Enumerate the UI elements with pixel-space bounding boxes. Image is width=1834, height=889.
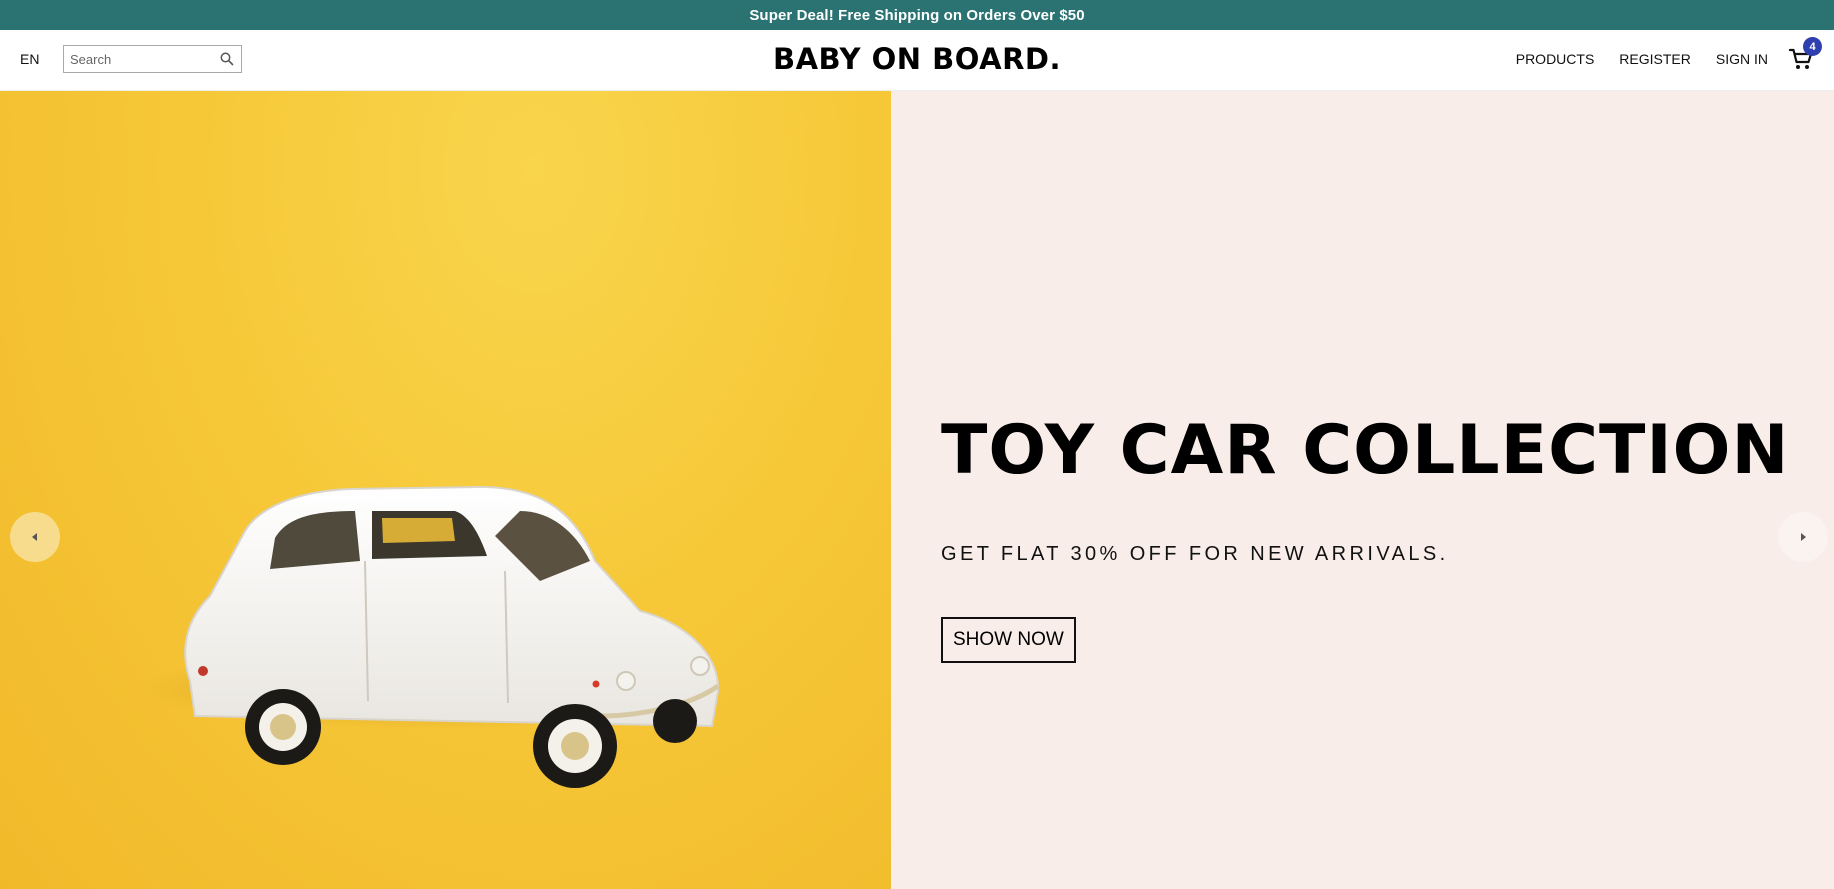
- search-input[interactable]: [64, 46, 216, 72]
- announcement-text: Super Deal! Free Shipping on Orders Over…: [749, 6, 1085, 24]
- hero-carousel: TOY CAR COLLECTION GET FLAT 30% OFF FOR …: [0, 91, 1834, 889]
- nav-products[interactable]: PRODUCTS: [1516, 51, 1595, 67]
- hero-subtitle: GET FLAT 30% OFF FOR NEW ARRIVALS.: [941, 543, 1449, 565]
- chevron-left-icon: [32, 533, 37, 541]
- cart-count-badge: 4: [1803, 37, 1822, 56]
- toy-car-image: [140, 485, 720, 788]
- hero-image: [0, 91, 891, 889]
- nav-sign-in[interactable]: SIGN IN: [1716, 51, 1768, 67]
- carousel-next-button[interactable]: [1778, 512, 1828, 562]
- main-nav: PRODUCTS REGISTER SIGN IN: [1516, 51, 1768, 67]
- show-now-button[interactable]: SHOW NOW: [941, 617, 1076, 663]
- language-selector[interactable]: EN: [20, 51, 39, 67]
- announcement-bar: Super Deal! Free Shipping on Orders Over…: [0, 0, 1834, 30]
- nav-register[interactable]: REGISTER: [1619, 51, 1691, 67]
- search-box: [63, 45, 242, 73]
- header: EN BABY ON BOARD. PRODUCTS REGISTER SIGN…: [0, 30, 1834, 91]
- carousel-prev-button[interactable]: [10, 512, 60, 562]
- search-icon[interactable]: [219, 51, 235, 67]
- hero-title: TOY CAR COLLECTION: [941, 411, 1790, 490]
- chevron-right-icon: [1801, 533, 1806, 541]
- hero-content: TOY CAR COLLECTION GET FLAT 30% OFF FOR …: [891, 91, 1834, 889]
